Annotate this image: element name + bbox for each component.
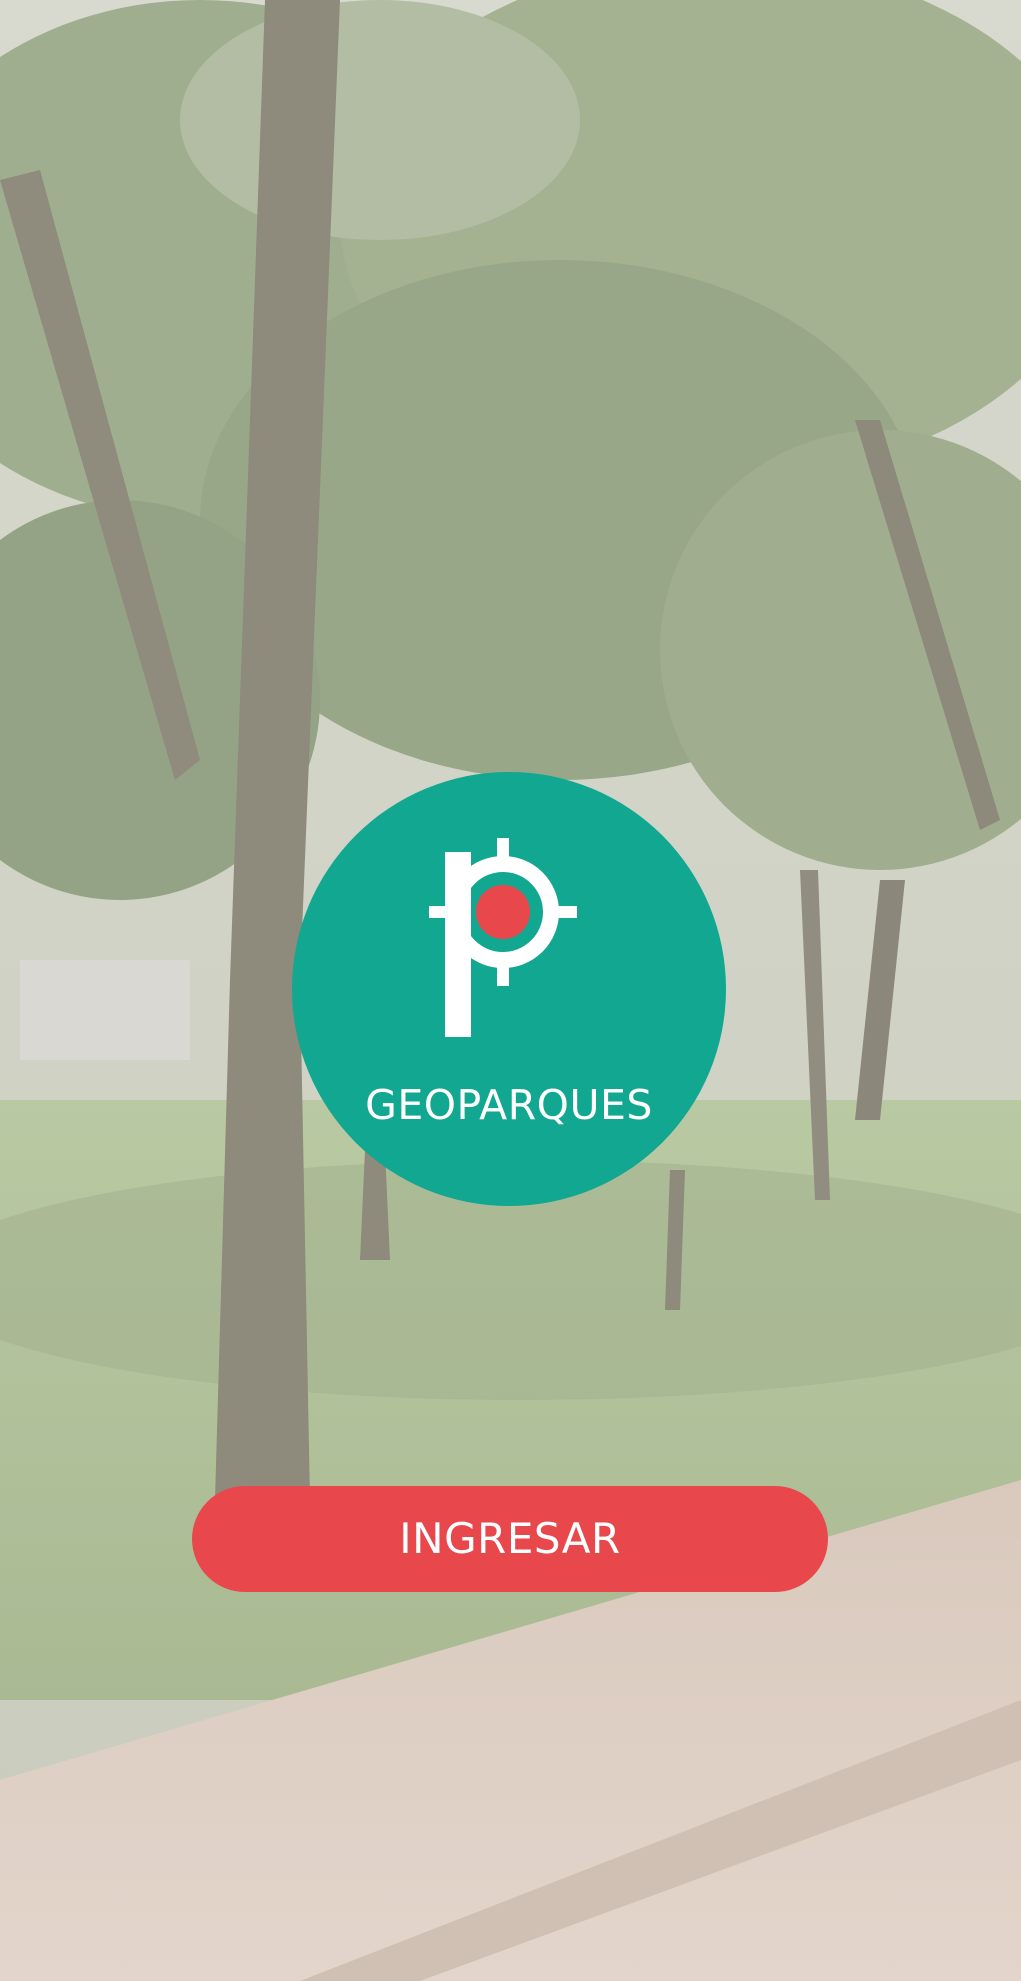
brand-name: GEOPARQUES	[365, 1081, 653, 1129]
enter-button[interactable]: INGRESAR	[192, 1486, 828, 1592]
map-pin-p-icon	[427, 832, 587, 1042]
geoparques-logo: GEOPARQUES	[292, 772, 726, 1206]
